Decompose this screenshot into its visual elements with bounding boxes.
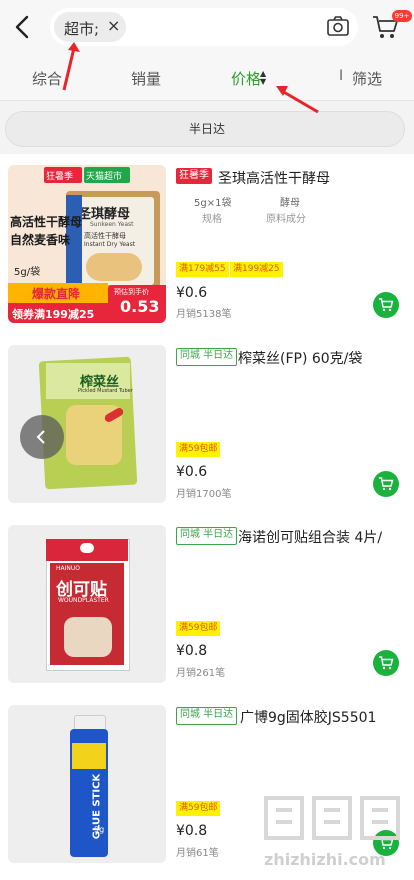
annotation-arrow-icon [276,86,319,114]
annotation-arrows [62,42,319,114]
watermark: zhizhizhi.com [258,792,408,876]
watermark-logo-icon [264,796,400,840]
annotation-arrow-icon [62,42,80,91]
watermark-text: zhizhizhi.com [264,850,386,869]
